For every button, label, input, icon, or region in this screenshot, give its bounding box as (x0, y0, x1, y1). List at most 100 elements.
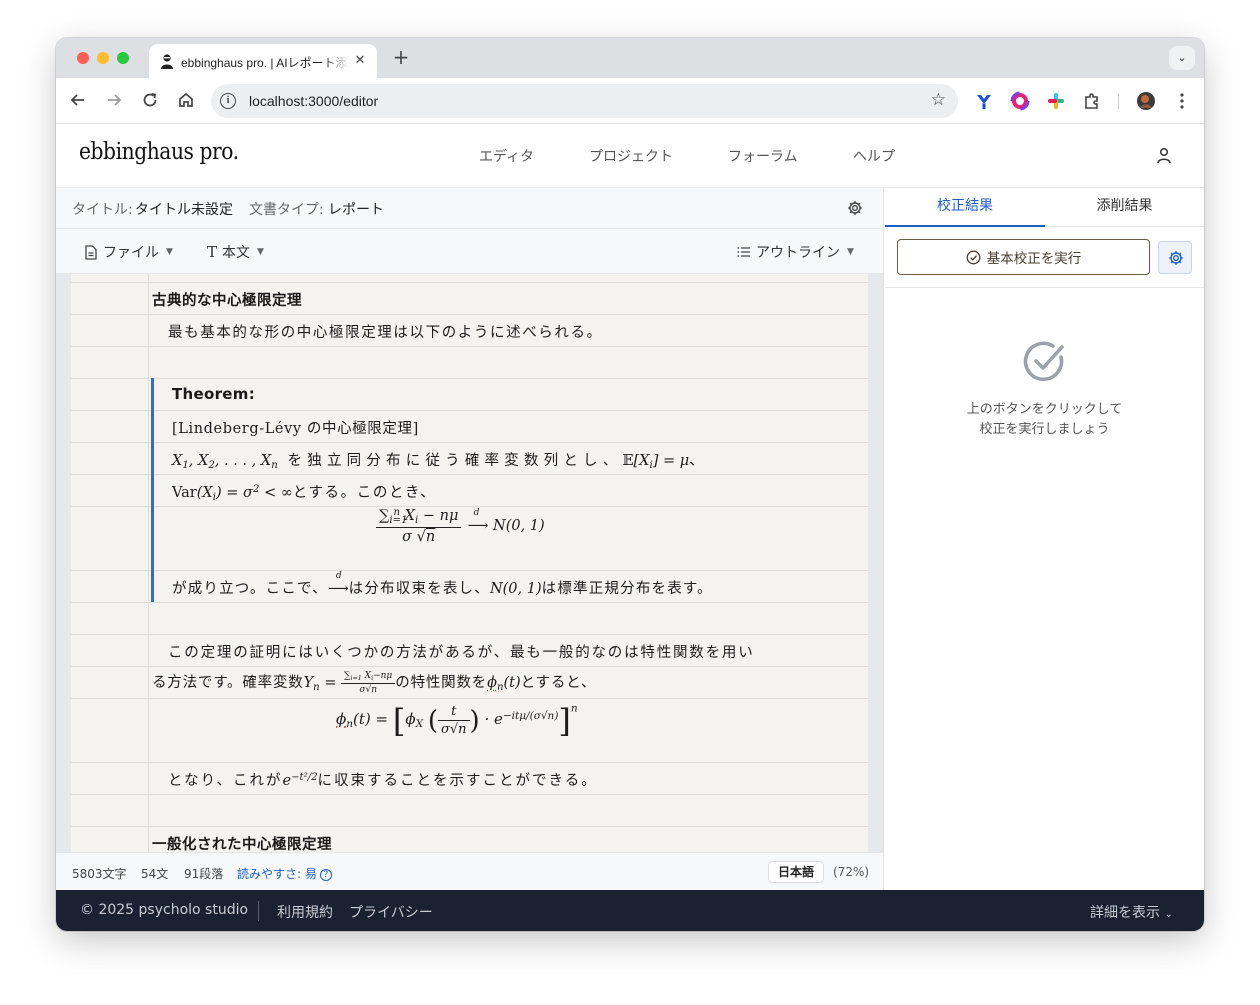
document-meta-bar: タイトル: タイトル未設定 文書タイプ: レポート (56, 188, 883, 229)
gear-icon (1169, 251, 1183, 265)
math-expectation: 𝔼[Xi] = μ (622, 453, 690, 472)
address-bar[interactable]: i localhost:3000/editor ☆ (211, 84, 958, 118)
tab-strip: ebbinghaus pro. | AIレポート添 ✕ + ⌄ (56, 38, 1204, 78)
file-menu[interactable]: ファイル ▼ (84, 242, 173, 262)
ruled-line (71, 826, 868, 827)
user-icon[interactable] (1156, 147, 1172, 165)
close-tab-icon[interactable]: ✕ (352, 53, 368, 69)
profile-avatar[interactable] (1136, 91, 1156, 111)
outline-menu[interactable]: アウトライン ▼ (737, 242, 854, 262)
reload-icon[interactable] (139, 89, 161, 111)
math-phi-n: ϕn(t) (487, 675, 521, 694)
section-heading: 一般化された中心極限定理 (152, 837, 332, 852)
new-tab-button[interactable]: + (390, 47, 412, 69)
browser-tab[interactable]: ebbinghaus pro. | AIレポート添 ✕ (149, 44, 377, 78)
help-icon[interactable]: ? (319, 869, 332, 881)
math-converges: d ⟶ N(0, 1) (467, 508, 545, 535)
paragraph-line: となり、これがe−t²/2に収束することを示すことができる。 (168, 769, 598, 790)
extension-color-icon[interactable] (1010, 91, 1030, 111)
url-text: localhost:3000/editor (249, 93, 379, 109)
math-normal: N(0, 1) (489, 581, 542, 597)
theorem-text: を独立同分布に従う確率変数列とし、 (287, 453, 623, 469)
theorem-title: Theorem: (172, 385, 255, 403)
ruled-line (71, 346, 868, 347)
extension-y-icon[interactable] (974, 91, 994, 111)
tab-search-dropdown[interactable]: ⌄ (1169, 46, 1195, 70)
show-details-toggle[interactable]: 詳細を表示 ⌄ (1090, 902, 1173, 922)
theorem-block-bar (151, 378, 154, 602)
app-logo[interactable]: ebbinghaus pro. (79, 139, 239, 165)
home-icon[interactable] (175, 89, 197, 111)
browser-window: ebbinghaus pro. | AIレポート添 ✕ + ⌄ i localh… (56, 38, 1204, 931)
ruled-line (71, 794, 868, 795)
display-equation-clt: ∑i=1n Xi − nμ σ √n d ⟶ N(0, 1) (376, 507, 545, 545)
extension-slack-icon[interactable] (1046, 91, 1066, 111)
empty-state-line: 上のボタンをクリックして (966, 402, 1123, 417)
chevron-down-icon: ▼ (847, 247, 854, 257)
nav-editor[interactable]: エディタ (479, 146, 534, 166)
nav-project[interactable]: プロジェクト (589, 146, 673, 166)
readability-indicator[interactable]: 読みやすさ: 易? (237, 865, 332, 882)
paragraph-text: この定理の証明にはいくつかの方法があるが、最も一般的なのは特性関数を用い (168, 645, 755, 661)
document-settings-gear-icon[interactable] (847, 200, 863, 216)
ruled-line (71, 474, 868, 475)
run-basic-proofreading-button[interactable]: 基本校正を実行 (897, 239, 1150, 275)
chevron-down-icon: ▼ (257, 247, 264, 257)
theorem-text: は標準正規分布を表す。 (541, 581, 713, 597)
proofreading-settings-button[interactable] (1158, 241, 1192, 274)
paragraph-line: る方法です。確率変数Yn = ∑i=1 Xi−nμ σ√n の特性関数をϕn(t)と… (152, 671, 596, 695)
tab-correction-results[interactable]: 添削結果 (1045, 188, 1204, 227)
close-window-button[interactable] (77, 52, 89, 64)
theorem-line-1: X1, X2, . . . , Xn を独立同分布に従う確率変数列とし、𝔼[Xi… (172, 449, 709, 471)
tab-proofreading-results[interactable]: 校正結果 (885, 188, 1045, 227)
theorem-text: とする。このとき、 (292, 485, 437, 501)
ruled-line (71, 762, 868, 763)
back-icon[interactable] (67, 89, 89, 111)
text-style-menu[interactable]: T 本文 ▼ (207, 242, 264, 262)
browser-toolbar: i localhost:3000/editor ☆ (56, 78, 1204, 124)
bookmark-star-icon[interactable]: ☆ (931, 90, 946, 110)
site-info-icon[interactable]: i (220, 93, 236, 109)
panel-toolbar: 基本校正を実行 (885, 227, 1204, 288)
check-circle-icon (966, 250, 981, 264)
terms-link[interactable]: 利用規約 (277, 902, 333, 922)
language-badge[interactable]: 日本語 (768, 861, 825, 883)
ruled-line (71, 666, 868, 667)
app-footer: © 2025 psycholo studio 利用規約 プライバシー 詳細を表示… (56, 890, 1204, 931)
list-icon (737, 247, 750, 257)
favicon-icon (161, 54, 173, 69)
forward-icon[interactable] (103, 89, 125, 111)
math-variance: Var(Xi) = σ2 < ∞ (172, 483, 293, 504)
ruled-line (71, 634, 868, 635)
paragraph-text: に収束することを示すことができる。 (317, 773, 598, 789)
copyright-text: © 2025 psycholo studio (80, 902, 249, 918)
document-page[interactable]: 古典的な中心極限定理 最も基本的な形の中心極限定理は以下のように述べられる。 T… (71, 274, 868, 852)
doctype-value[interactable]: レポート (328, 199, 384, 219)
nav-help[interactable]: ヘルプ (853, 146, 895, 166)
format-toolbar: ファイル ▼ T 本文 ▼ アウトライン ▼ (56, 229, 883, 274)
editor-pane: タイトル: タイトル未設定 文書タイプ: レポート ファイル ▼ T 本文 ▼ … (56, 188, 884, 890)
title-value[interactable]: タイトル未設定 (135, 199, 233, 219)
ruled-line (71, 410, 868, 411)
paragraph-text: の特性関数を (395, 675, 488, 691)
browser-menu-icon[interactable] (1172, 91, 1192, 111)
maximize-window-button[interactable] (117, 52, 129, 64)
ruled-line (71, 378, 868, 379)
paragraph-text: る方法です。確率変数 (152, 675, 304, 691)
ruled-line (71, 698, 868, 699)
theorem-line-3: が成り立つ。ここで、 d ⟶は分布収束を表し、N(0, 1)は標準正規分布を表す。 (172, 571, 713, 598)
editor-status-bar: 5803文字 54文 91段落 読みやすさ: 易? 日本語 (72%) (56, 852, 883, 890)
theorem-name: [Lindeberg-Lévy の中心極限定理] (172, 421, 419, 437)
title-label: タイトル: (72, 202, 133, 218)
ruled-line (71, 314, 868, 315)
paragraph-count: 91段落 (184, 867, 224, 881)
privacy-link[interactable]: プライバシー (349, 902, 433, 922)
ruled-line (71, 602, 868, 603)
check-circle-icon (1023, 341, 1064, 381)
minimize-window-button[interactable] (97, 52, 109, 64)
extensions-puzzle-icon[interactable] (1082, 91, 1102, 111)
text-style-label: 本文 (222, 245, 251, 261)
nav-forum[interactable]: フォーラム (728, 146, 798, 166)
file-icon (85, 244, 97, 260)
file-menu-label: ファイル (103, 245, 159, 261)
